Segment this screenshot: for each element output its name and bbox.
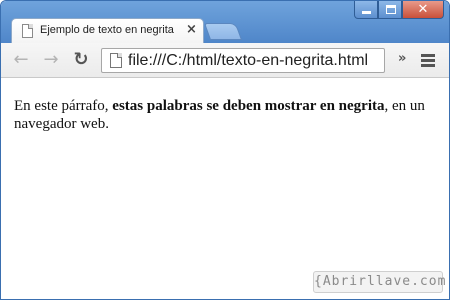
tab-active[interactable]: Ejemplo de texto en negrita ×: [11, 18, 204, 43]
reload-button[interactable]: ↻: [71, 50, 91, 70]
window-controls: ✕: [354, 1, 446, 19]
title-bar: Ejemplo de texto en negrita × ✕: [1, 1, 449, 43]
minimize-icon: [362, 11, 371, 14]
bold-text: estas palabras se deben mostrar en negri…: [112, 98, 385, 114]
forward-button[interactable]: →: [41, 50, 61, 70]
close-window-button[interactable]: ✕: [402, 1, 444, 19]
browser-toolbar: ← → ↻ file:///C:/html/texto-en-negrita.h…: [1, 43, 449, 78]
close-icon: ✕: [417, 2, 429, 17]
paragraph: En este párrafo, estas palabras se deben…: [14, 97, 439, 133]
page-content: En este párrafo, estas palabras se deben…: [1, 79, 449, 299]
address-bar[interactable]: file:///C:/html/texto-en-negrita.html: [101, 48, 385, 73]
tab-title: Ejemplo de texto en negrita: [40, 24, 174, 36]
page-icon: [110, 53, 122, 68]
hamburger-menu-icon[interactable]: [421, 54, 435, 67]
back-button[interactable]: ←: [11, 50, 31, 70]
browser-window: Ejemplo de texto en negrita × ✕ ← → ↻ fi…: [0, 0, 450, 300]
minimize-button[interactable]: [354, 1, 378, 19]
page-icon: [22, 24, 33, 38]
maximize-icon: [386, 5, 396, 14]
new-tab-button[interactable]: [203, 23, 243, 40]
extensions-overflow-button[interactable]: »: [398, 51, 406, 66]
watermark-logo: {Abrirllave.com: [313, 271, 445, 293]
url-text: file:///C:/html/texto-en-negrita.html: [128, 52, 369, 69]
paragraph-text-before: En este párrafo,: [14, 98, 113, 114]
tab-close-button[interactable]: ×: [186, 22, 197, 38]
maximize-button[interactable]: [378, 1, 402, 19]
